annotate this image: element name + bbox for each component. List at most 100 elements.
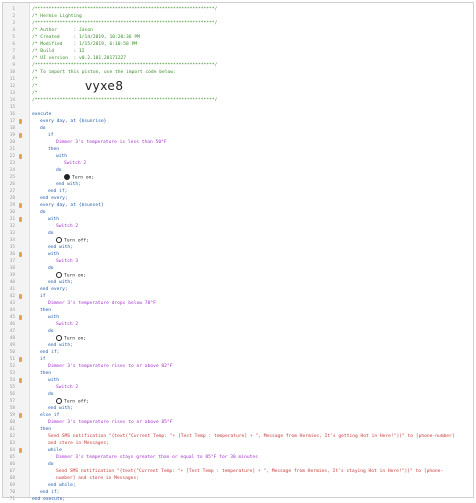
code-line[interactable]: 57 Turn off;	[3, 398, 473, 405]
collapse-marker-icon[interactable]	[19, 448, 22, 453]
code-line[interactable]: 3 /**************************************…	[3, 20, 473, 27]
code-line[interactable]: 51 if	[3, 356, 473, 363]
code-line[interactable]: 12 /*	[3, 83, 473, 90]
code-line[interactable]: 48 Turn on;	[3, 335, 473, 342]
code-line[interactable]: 18 do	[3, 125, 473, 132]
code-line[interactable]: 59 else if	[3, 412, 473, 419]
code-line[interactable]: 66 do	[3, 461, 473, 468]
code-line[interactable]: 64 while	[3, 447, 473, 454]
line-number: 55	[9, 385, 15, 390]
code-line[interactable]: 15	[3, 104, 473, 111]
code-line[interactable]: 4 /* Author : Jason	[3, 27, 473, 34]
code-line[interactable]: 23 Switch 2	[3, 160, 473, 167]
code-line[interactable]: 68 number] and store in Messages;	[3, 475, 473, 482]
code-line[interactable]: 61 then	[3, 426, 473, 433]
code-line[interactable]: 36 with	[3, 251, 473, 258]
code-line[interactable]: 58 end with;	[3, 405, 473, 412]
code-line[interactable]: 31 with	[3, 216, 473, 223]
code-line[interactable]: 11 /*	[3, 76, 473, 83]
code-line[interactable]: 5 /* Created : 1/14/2019, 10:20:36 PM	[3, 34, 473, 41]
code-line[interactable]: 35 end with;	[3, 244, 473, 251]
code-line[interactable]: 34 Turn off;	[3, 237, 473, 244]
code-line[interactable]: 27 end if;	[3, 188, 473, 195]
code-line[interactable]: 52 Dimmer 3's temperature rises to or abo…	[3, 363, 473, 370]
collapse-marker-icon[interactable]	[19, 357, 22, 362]
code-line[interactable]: 13 /*	[3, 90, 473, 97]
line-number: 38	[9, 266, 15, 271]
code-line[interactable]: 38 do	[3, 265, 473, 272]
code-line[interactable]: 28 end every;	[3, 195, 473, 202]
action-radio-icon[interactable]	[56, 398, 62, 404]
code-line[interactable]: 7 /* Build : 12	[3, 48, 473, 55]
code-line[interactable]: 17 every day, at {$sunrise}	[3, 118, 473, 125]
code-line[interactable]: 33 do	[3, 230, 473, 237]
code-line[interactable]: 60 Dimmer 3's temperature rises to or abo…	[3, 419, 473, 426]
code-line[interactable]: 32 Switch 2	[3, 223, 473, 230]
code-line[interactable]: 25 Turn on;	[3, 174, 473, 181]
code-line[interactable]: 56 do	[3, 391, 473, 398]
code-line[interactable]: 2 /* Hermie Lighting	[3, 13, 473, 20]
code-line[interactable]: 8 /* UI version : v0.2.101.20171227	[3, 55, 473, 62]
code-line[interactable]: 67 Send SMS notification "{text("Current …	[3, 468, 473, 475]
code-line[interactable]: 40 end with;	[3, 279, 473, 286]
action-radio-icon[interactable]	[56, 335, 62, 341]
code-line[interactable]: 63 and store in Messages;	[3, 440, 473, 447]
code-line[interactable]: 42 if	[3, 293, 473, 300]
code-line[interactable]: 14 /*************************************…	[3, 97, 473, 104]
code-line[interactable]: 54 with	[3, 377, 473, 384]
collapse-marker-icon[interactable]	[19, 154, 22, 159]
collapse-marker-icon[interactable]	[19, 294, 22, 299]
collapse-marker-icon[interactable]	[19, 252, 22, 257]
line-number: 54	[9, 378, 15, 383]
action-radio-icon[interactable]	[56, 237, 62, 243]
code-line[interactable]: 21 then	[3, 146, 473, 153]
collapse-marker-icon[interactable]	[19, 378, 22, 383]
line-number: 60	[9, 420, 15, 425]
line-number: 58	[9, 406, 15, 411]
code-line[interactable]: 16 execute	[3, 111, 473, 118]
code-line[interactable]: 37 Switch 3	[3, 258, 473, 265]
code-line[interactable]: 39 Turn on;	[3, 272, 473, 279]
code-line[interactable]: 6 /* Modified : 1/15/2019, 6:10:58 PM	[3, 41, 473, 48]
code-line[interactable]: 26 end with;	[3, 181, 473, 188]
code-line[interactable]: 69 end while;	[3, 482, 473, 489]
collapse-marker-icon[interactable]	[19, 217, 22, 222]
action-text: Turn on;	[64, 336, 87, 342]
code-line[interactable]: 70 end if;	[3, 489, 473, 496]
code-line[interactable]: 53 then	[3, 370, 473, 377]
line-number: 30	[9, 210, 15, 215]
code-line[interactable]: 22 with	[3, 153, 473, 160]
code-line[interactable]: 43 Dimmer 3's temperature drops below 70°…	[3, 300, 473, 307]
code-line[interactable]: 49 end with;	[3, 342, 473, 349]
code-line[interactable]: 46 Switch 2	[3, 321, 473, 328]
line-number: 22	[9, 154, 15, 159]
code-line[interactable]: 55 Switch 2	[3, 384, 473, 391]
code-line[interactable]: 30 do	[3, 209, 473, 216]
code-line[interactable]: 44 then	[3, 307, 473, 314]
code-line[interactable]: 65 Dimmer 3's temperature stays greater t…	[3, 454, 473, 461]
line-number: 25	[9, 175, 15, 180]
collapse-marker-icon[interactable]	[19, 203, 22, 208]
code-line[interactable]: 10 /* To import this piston, use the impo…	[3, 69, 473, 76]
line-number: 21	[9, 147, 15, 152]
code-line[interactable]: 50 end if;	[3, 349, 473, 356]
collapse-marker-icon[interactable]	[19, 413, 22, 418]
code-line[interactable]: 47 do	[3, 328, 473, 335]
action-text: Turn on;	[64, 273, 87, 279]
collapse-marker-icon[interactable]	[19, 133, 22, 138]
collapse-marker-icon[interactable]	[19, 315, 22, 320]
code-line[interactable]: 1 /**************************************…	[3, 6, 473, 13]
code-line[interactable]: 9 /**************************************…	[3, 62, 473, 69]
code-line[interactable]: 24 do	[3, 167, 473, 174]
action-radio-icon[interactable]	[64, 174, 70, 180]
code-line[interactable]: 29 every day, at {$sunset}	[3, 202, 473, 209]
code-text: Dimmer 3's temperature stays greater tha…	[56, 455, 258, 460]
code-line[interactable]: 41 end every;	[3, 286, 473, 293]
code-line[interactable]: 20 Dimmer 3's temperature is less than 50…	[3, 139, 473, 146]
action-radio-icon[interactable]	[56, 272, 62, 278]
collapse-marker-icon[interactable]	[19, 119, 22, 124]
code-line[interactable]: 19 if	[3, 132, 473, 139]
code-line[interactable]: 45 with	[3, 314, 473, 321]
code-line[interactable]: 62 Send SMS notification "{text("Current …	[3, 433, 473, 440]
line-number: 18	[9, 126, 15, 131]
